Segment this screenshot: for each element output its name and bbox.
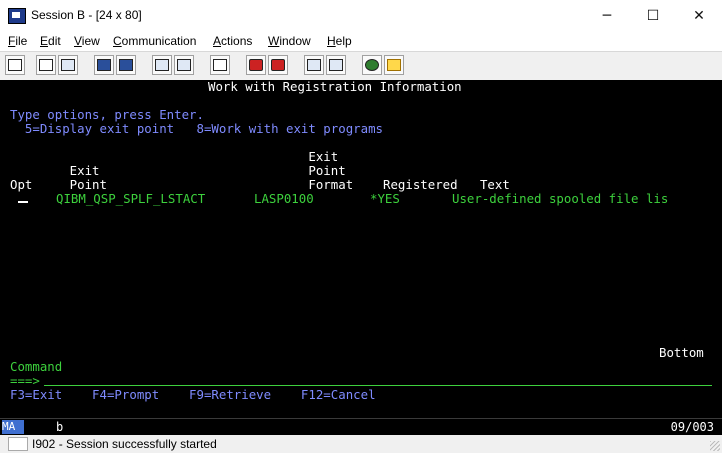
send-icon[interactable] [94,55,114,75]
session-app-icon[interactable] [8,8,26,24]
maximize-button[interactable]: ☐ [630,0,676,31]
keyboard-icon[interactable] [210,55,230,75]
operator-info-area: MA b 09/003 [0,418,722,436]
screen-title: Work with Registration Information [208,80,462,94]
terminal-screen[interactable]: Work with Registration Information Type … [0,80,722,418]
title-bar: Session B - [24 x 80] ─ ☐ ✕ [0,0,722,32]
status-icon [8,437,28,451]
command-prompt: ===> [10,373,40,388]
window-title: Session B - [24 x 80] [31,8,142,22]
command-input[interactable] [44,385,712,386]
menu-help[interactable]: Help [327,34,352,48]
globe-icon[interactable] [362,55,382,75]
menu-edit[interactable]: Edit [40,34,61,48]
stop-icon[interactable] [268,55,288,75]
close-button[interactable]: ✕ [676,0,722,31]
mode-indicator: MA [2,420,24,434]
bottom-indicator: Bottom [659,345,704,360]
opt-input[interactable] [18,201,28,203]
display-icon[interactable] [152,55,172,75]
column-header-line-3: Opt Point Format Registered Text [10,177,510,192]
session-indicator: b [56,420,64,434]
play-icon[interactable] [304,55,324,75]
cursor-position: 09/003 [670,420,714,434]
menu-window[interactable]: Window [268,34,311,48]
menu-bar: File Edit View Communication Actions Win… [0,31,722,51]
options-text: 5=Display exit point 8=Work with exit pr… [10,121,383,136]
function-keys: F3=Exit F4=Prompt F9=Retrieve F12=Cancel [10,387,376,402]
menu-file[interactable]: File [8,34,27,48]
menu-view[interactable]: View [74,34,100,48]
column-header-line-2: Exit Point [10,163,346,178]
status-bar: I902 - Session successfully started [0,435,722,453]
resize-grip-icon[interactable] [710,441,720,451]
close-icon: ✕ [693,7,705,24]
menu-communication[interactable]: Communication [113,34,196,48]
edit-icon[interactable] [384,55,404,75]
menu-actions[interactable]: Actions [213,34,252,48]
quick-record-icon[interactable] [326,55,346,75]
receive-icon[interactable] [116,55,136,75]
format-cell: LASP0100 [254,191,314,206]
record-icon[interactable] [246,55,266,75]
registered-cell: *YES [370,191,400,206]
exit-point-cell: QIBM_QSP_SPLF_LSTACT [56,191,206,206]
instructions-text: Type options, press Enter. [10,107,204,122]
minimize-icon: ─ [602,7,612,24]
copy-icon[interactable] [36,55,56,75]
text-cell: User-defined spooled file lis [452,191,669,206]
macro-icon[interactable] [174,55,194,75]
paste-icon[interactable] [58,55,78,75]
toolbar [0,51,722,81]
column-header-line-1: Exit [10,149,339,164]
status-message: I902 - Session successfully started [32,437,217,451]
command-label: Command [10,359,63,374]
print-icon[interactable] [5,55,25,75]
minimize-button[interactable]: ─ [584,0,630,31]
maximize-icon: ☐ [646,7,660,24]
